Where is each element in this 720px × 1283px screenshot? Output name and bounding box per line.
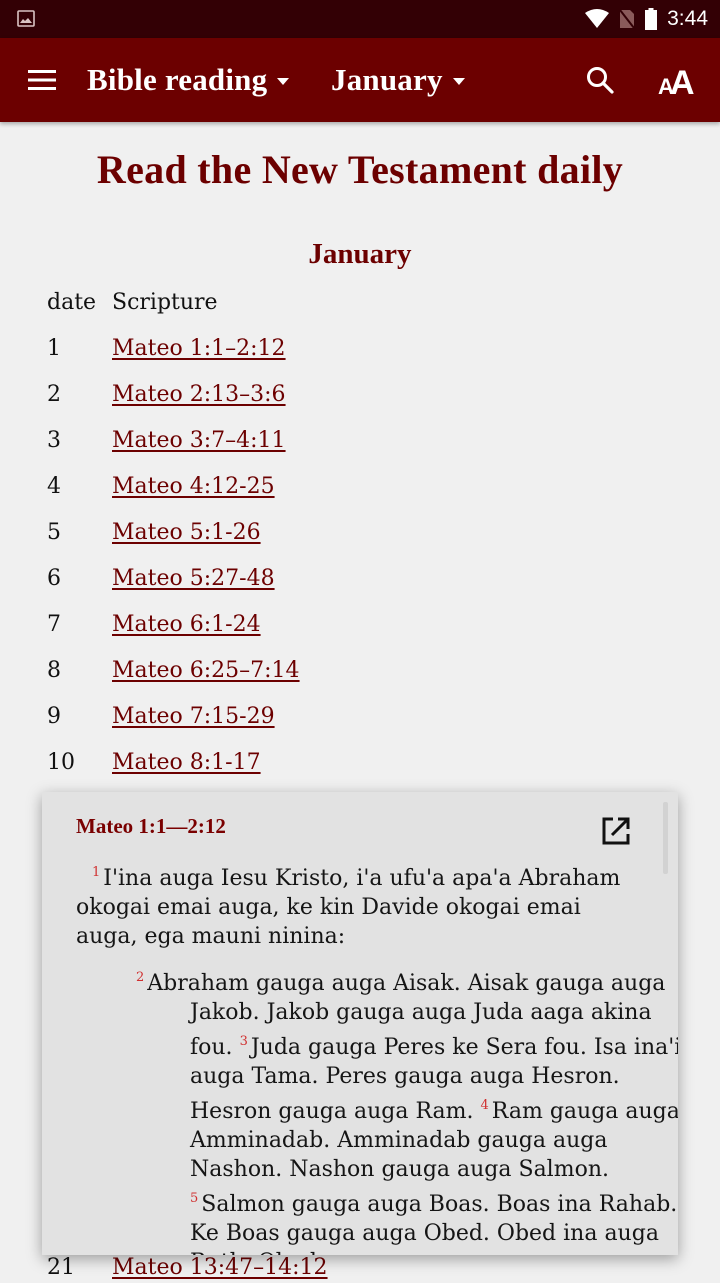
scripture-link[interactable]: Mateo 5:1-26 [112, 518, 261, 548]
scripture-link[interactable]: Mateo 7:15-29 [112, 702, 275, 732]
popup-scrollbar[interactable] [663, 802, 668, 874]
scripture-link[interactable]: Mateo 5:27-48 [112, 564, 275, 594]
verse-paragraph: 2 Abraham gauga auga Aisak. Aisak gauga a… [136, 963, 678, 1255]
clock: 3:44 [667, 7, 708, 30]
popup-title: Mateo 1:1—2:12 [76, 814, 226, 838]
verse-paragraph: 1 I'ina auga Iesu Kristo, i'a ufu'a apa'a… [76, 858, 626, 951]
date-cell: 21 [47, 1255, 75, 1280]
date-cell: 7 [47, 612, 61, 637]
wifi-icon [585, 9, 610, 28]
date-cell: 9 [47, 704, 61, 729]
scripture-link[interactable]: Mateo 3:7–4:11 [112, 426, 286, 456]
search-icon[interactable] [585, 65, 615, 95]
scripture-link[interactable]: Mateo 2:13–3:6 [112, 380, 286, 410]
app-bar: Bible reading January A A [0, 38, 720, 122]
verse-number: 2 [136, 970, 145, 985]
book-dropdown-label: Bible reading [87, 62, 268, 97]
verse-text: Salmon gauga auga Boas. Boas ina Rahab. … [190, 1192, 678, 1255]
month-dropdown[interactable]: January [331, 38, 465, 122]
status-bar: 3:44 [0, 0, 720, 38]
scripture-link[interactable]: Mateo 8:1-17 [112, 748, 261, 778]
page-title: Read the New Testament daily [96, 147, 624, 192]
chevron-down-icon [277, 77, 290, 85]
scripture-link[interactable]: Mateo 4:12-25 [112, 472, 275, 502]
svg-text:A: A [670, 64, 695, 98]
scripture-link[interactable]: Mateo 6:1-24 [112, 610, 261, 640]
verse-number: 4 [480, 1098, 489, 1113]
open-external-icon[interactable] [601, 816, 631, 846]
book-dropdown[interactable]: Bible reading [87, 38, 290, 122]
scripture-link[interactable]: Mateo 6:25–7:14 [112, 656, 300, 686]
date-header: date [47, 290, 97, 315]
month-dropdown-label: January [331, 62, 443, 97]
scripture-header: Scripture [112, 290, 218, 315]
font-size-icon[interactable]: A A [658, 62, 698, 98]
verse-number: 1 [92, 865, 101, 880]
scripture-link[interactable]: Mateo 13:47–14:12 [112, 1253, 328, 1283]
battery-icon [645, 8, 658, 30]
date-cell: 6 [47, 566, 61, 591]
date-cell: 1 [47, 336, 61, 361]
image-icon [17, 10, 35, 27]
verse-number: 5 [190, 1191, 199, 1206]
scripture-preview-popup[interactable]: Mateo 1:1—2:12 1 I'ina auga Iesu Kristo, … [42, 792, 678, 1255]
no-sim-icon [619, 9, 635, 29]
verse-number: 3 [239, 1034, 248, 1049]
date-cell: 10 [47, 750, 75, 775]
month-heading: January [308, 238, 412, 270]
verse-text: I'ina auga Iesu Kristo, i'a ufu'a apa'a … [76, 866, 621, 949]
scripture-link[interactable]: Mateo 1:1–2:12 [112, 334, 286, 364]
date-cell: 8 [47, 658, 61, 683]
date-cell: 3 [47, 428, 61, 453]
date-cell: 2 [47, 382, 61, 407]
date-cell: 4 [47, 474, 61, 499]
hamburger-menu-icon[interactable] [28, 68, 56, 92]
date-cell: 5 [47, 520, 61, 545]
chevron-down-icon [452, 77, 465, 85]
